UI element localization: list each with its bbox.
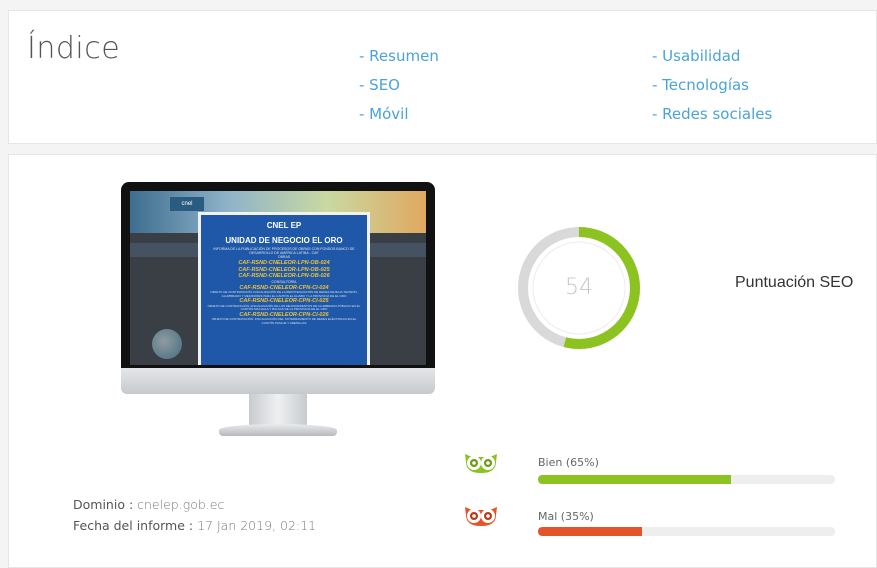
- index-link-movil[interactable]: - Móvil: [359, 100, 439, 129]
- report-date-row: Fecha del informe : 17 Jan 2019, 02:11: [73, 518, 317, 533]
- index-link-seo[interactable]: - SEO: [359, 71, 439, 100]
- modal-title-1: CNEL EP: [266, 221, 302, 230]
- modal-obras-label: OBRAS: [277, 255, 291, 259]
- domain-value: cnelep.gob.ec: [137, 497, 225, 512]
- happy-owl-icon: [462, 451, 500, 475]
- bad-bar-label: Mal (35%): [538, 510, 594, 523]
- domain-row: Dominio : cnelep.gob.ec: [73, 497, 225, 512]
- good-bar-fill: [538, 475, 732, 484]
- good-bar-label: Bien (65%): [538, 456, 599, 469]
- monitor-chin: [121, 368, 435, 394]
- monitor-foot: [219, 424, 337, 436]
- monitor-neck: [249, 394, 307, 426]
- bad-bar-track: [538, 527, 835, 536]
- index-link-usabilidad[interactable]: - Usabilidad: [652, 42, 772, 71]
- bad-bar-fill: [538, 527, 642, 536]
- modal-intro: INFORMA DE LA PUBLICACIÓN DE PROCESOS DE…: [213, 247, 355, 255]
- modal-consultoria-label: CONSULTORÍA: [271, 279, 297, 284]
- site-logo: cnel: [170, 197, 204, 211]
- index-title: Índice: [27, 31, 121, 66]
- report-date-value: 17 Jan 2019, 02:11: [197, 518, 317, 533]
- report-date-key: Fecha del informe: [73, 518, 185, 533]
- seo-score-value: 54: [565, 275, 593, 300]
- sad-owl-icon: [462, 504, 500, 528]
- good-bar-track: [538, 475, 835, 484]
- report-panel: cnel CNEL EP UNIDAD DE NEGOCIO EL ORO IN…: [8, 154, 877, 568]
- site-announcement-modal: CNEL EP UNIDAD DE NEGOCIO EL ORO INFORMA…: [198, 212, 370, 365]
- site-screenshot: cnel CNEL EP UNIDAD DE NEGOCIO EL ORO IN…: [130, 191, 426, 365]
- modal-desc: OBJETO DE CONTRATACIÓN: FISCALIZACIÓN DE…: [207, 303, 361, 312]
- index-panel: Índice - Resumen - SEO - Móvil - Usabili…: [8, 10, 877, 144]
- modal-desc: OBJETO DE CONTRATACIÓN: FISCALIZACIÓN DE…: [211, 317, 357, 325]
- monitor-bezel: cnel CNEL EP UNIDAD DE NEGOCIO EL ORO IN…: [121, 182, 435, 368]
- modal-desc: OBJETO DE CONTRATACIÓN: FISCALIZACIÓN DE…: [210, 290, 358, 298]
- seo-score-gauge: 54: [514, 223, 644, 353]
- site-preview-monitor: cnel CNEL EP UNIDAD DE NEGOCIO EL ORO IN…: [121, 182, 435, 443]
- index-column-1: - Resumen - SEO - Móvil: [359, 42, 439, 129]
- index-link-redes-sociales[interactable]: - Redes sociales: [652, 100, 772, 129]
- index-link-tecnologias[interactable]: - Tecnologías: [652, 71, 772, 100]
- seo-score-label: Puntuación SEO: [735, 274, 854, 291]
- index-column-2: - Usabilidad - Tecnologías - Redes socia…: [652, 42, 772, 129]
- domain-key: Dominio: [73, 497, 125, 512]
- index-link-resumen[interactable]: - Resumen: [359, 42, 439, 71]
- modal-title-2: UNIDAD DE NEGOCIO EL ORO: [225, 236, 343, 245]
